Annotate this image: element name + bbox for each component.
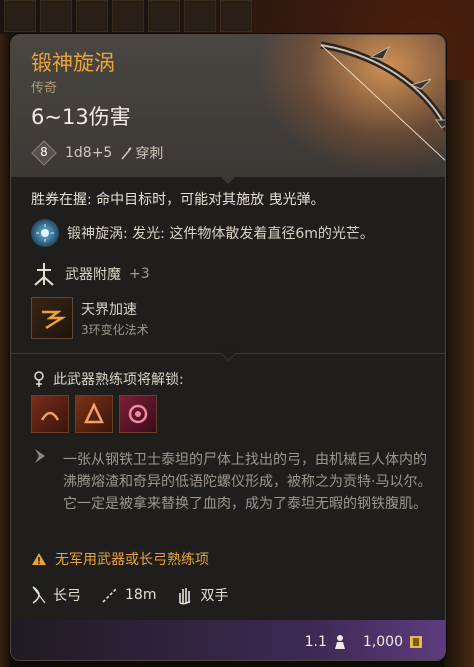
spell-level: 3环变化法术 [81,322,149,337]
hotbar-slot[interactable] [40,0,72,32]
sweeping-strike-icon[interactable] [31,395,69,433]
passive-effect: 胜券在握: 命中目标时，可能对其施放 曳光弹。 [31,192,325,208]
mobile-shot-icon[interactable] [119,395,157,433]
weapon-enchant-icon [34,263,54,286]
damage-type: 穿刺 [135,146,164,162]
light-effect-name: 锻神旋涡: [67,226,133,242]
item-rarity: 传奇 [31,81,58,96]
damage-dice: 1d8+5 [65,145,113,161]
enchant-label: 武器附魔 [65,267,121,283]
handedness-prop: 双手 [176,585,228,605]
longbow-item-image [320,41,445,161]
longbow-icon [32,586,46,604]
two-handed-icon [179,588,191,605]
lore-quill-icon [35,449,45,463]
weapon-range: 18m [125,587,157,603]
light-aura-icon [31,219,59,247]
gold-coin-icon [410,636,422,648]
enchant-row: 武器附魔 +3 [31,261,150,287]
proficiency-header: 此武器熟练项将解锁: [31,369,184,389]
weight-icon [334,635,345,649]
proficiency-actions [31,395,157,433]
item-name: 锻神旋涡 [31,51,115,75]
proficiency-warning: 无军用武器或长弓熟练项 [31,549,209,569]
hotbar-slot[interactable] [148,0,180,32]
hotbar-slot[interactable] [4,0,36,32]
damage-dice-row: 8 1d8+5 穿刺 [31,139,163,167]
spell-name: 天界加速 [81,301,137,318]
enchant-value: +3 [129,266,150,282]
proficiency-icon [34,371,44,387]
hotbar-slot[interactable] [220,0,252,32]
left-frame [0,34,10,667]
celestial-haste-spell-icon[interactable] [31,297,73,339]
weapon-handedness: 双手 [200,588,229,604]
range-prop: 18m [101,586,156,604]
damage-range: 6~13伤害 [31,105,131,129]
proficiency-label: 此武器熟练项将解锁: [53,372,184,388]
spell-row[interactable]: 天界加速 3环变化法术 [31,297,149,339]
right-frame [444,80,474,667]
warning-icon [32,553,46,565]
light-effect-desc: 发光: 这件物体散发着直径6m的光芒。 [132,226,374,242]
light-effect-row: 锻神旋涡: 发光: 这件物体散发着直径6m的光芒。 [31,219,374,247]
d8-dice-icon: 8 [31,140,57,166]
weapon-type-prop: 长弓 [31,585,81,605]
hotbar-slot[interactable] [184,0,216,32]
warning-text: 无军用武器或长弓熟练项 [55,552,209,568]
weapon-properties: 长弓 18m 双手 [31,585,238,605]
tooltip-footer: 1.1 1,000 [11,620,445,660]
hotbar-slot[interactable] [76,0,108,32]
range-icon [102,587,118,603]
weapon-type: 长弓 [53,588,81,604]
item-price: 1,000 [362,634,403,650]
item-lore: 一张从钢铁卫士泰坦的尸体上找出的弓，由机械巨人体内的沸腾熔渣和奇异的低语陀螺仪形… [63,452,432,512]
hotbar-strip [0,0,474,34]
item-tooltip: 锻神旋涡 传奇 6~13伤害 8 1d8+5 穿刺 胜券在握: 命中目标时，可能… [10,34,446,661]
piercing-icon [121,147,132,160]
hotbar-slot[interactable] [112,0,144,32]
piercing-shot-icon[interactable] [75,395,113,433]
item-weight: 1.1 [304,634,327,650]
section-notch [220,345,237,362]
